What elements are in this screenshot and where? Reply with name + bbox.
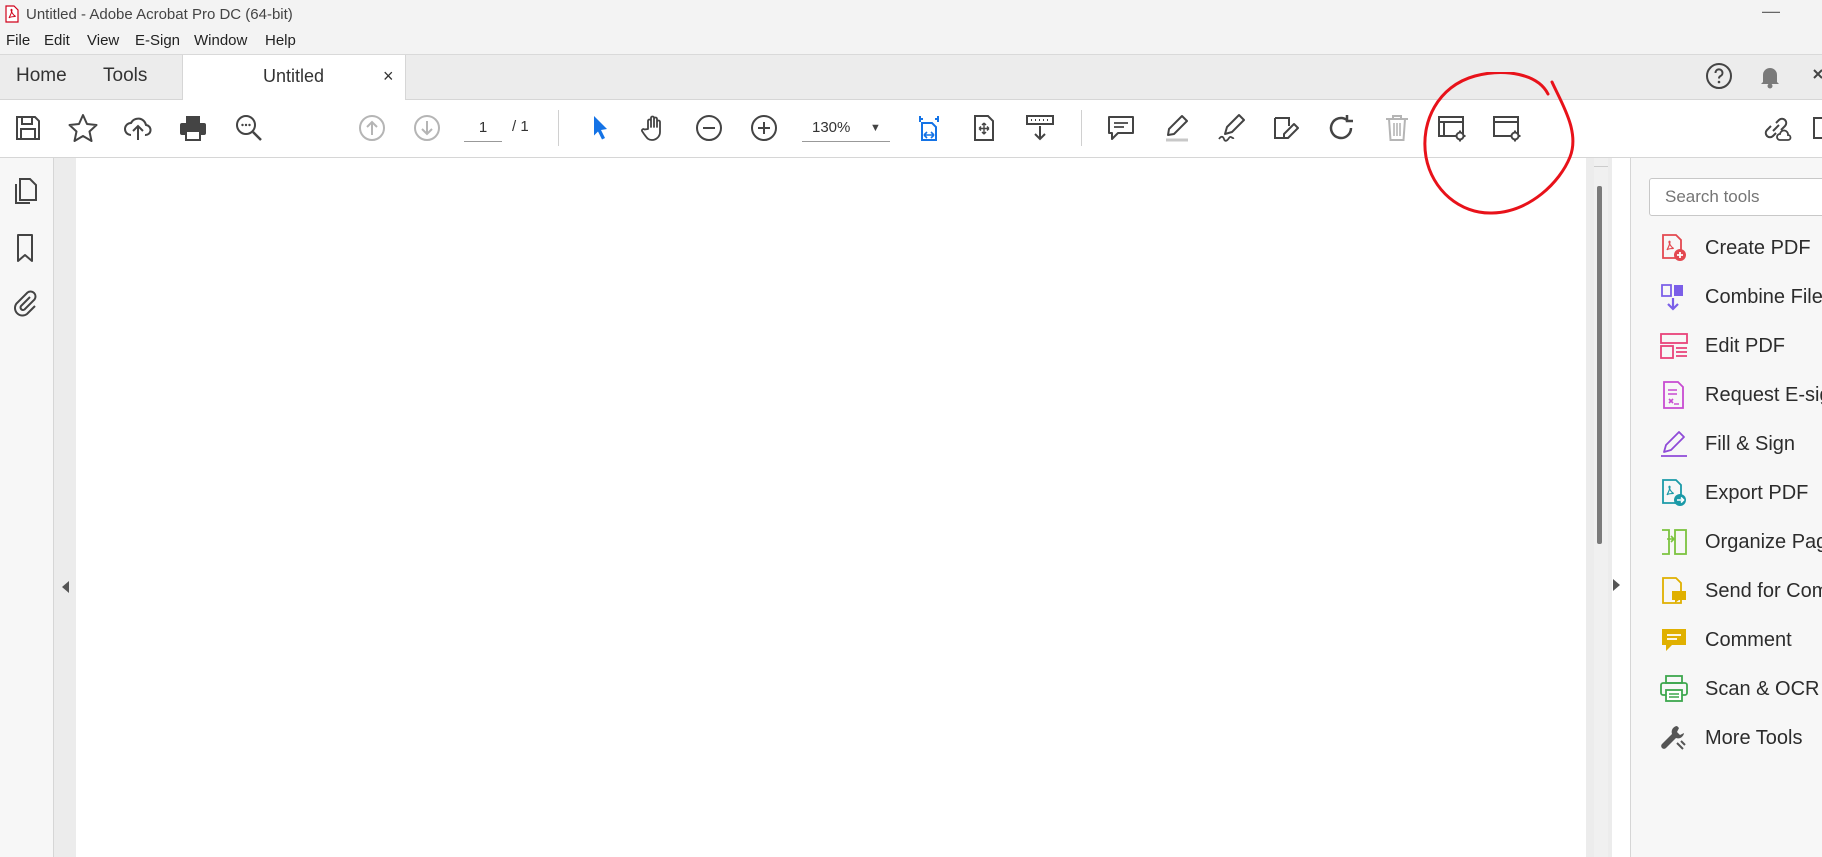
window-title: Untitled - Adobe Acrobat Pro DC (64-bit) xyxy=(26,6,293,23)
delete-trash-icon[interactable] xyxy=(1381,112,1413,144)
menu-edit[interactable]: Edit xyxy=(44,32,70,49)
edit-pdf-icon xyxy=(1659,331,1689,361)
tool-label: Create PDF xyxy=(1705,237,1811,259)
tool-label: More Tools xyxy=(1705,727,1803,749)
combine-files-icon xyxy=(1659,282,1689,312)
tool-label: Comment xyxy=(1705,629,1792,651)
chevron-down-icon: ▼ xyxy=(870,122,881,134)
tool-edit-pdf[interactable]: Edit PDF xyxy=(1659,328,1822,364)
menu-esign[interactable]: E-Sign xyxy=(135,32,180,49)
minimize-button[interactable]: — xyxy=(1762,1,1780,22)
pen-sign-icon[interactable] xyxy=(1215,112,1247,144)
menu-help[interactable]: Help xyxy=(265,32,296,49)
acrobat-app-icon xyxy=(4,5,20,28)
document-viewport[interactable] xyxy=(54,158,1612,857)
scrollbar-cap xyxy=(1594,158,1608,167)
search-zoom-icon[interactable] xyxy=(233,112,265,144)
star-bookmark-icon[interactable] xyxy=(67,112,99,144)
page-thumbnails-icon[interactable] xyxy=(11,176,39,213)
attachments-icon[interactable] xyxy=(11,288,39,325)
tool-create-pdf[interactable]: Create PDF xyxy=(1659,230,1822,266)
next-page-icon[interactable] xyxy=(411,112,443,144)
collapse-right-panel-icon[interactable] xyxy=(1612,578,1622,595)
menu-bar: File Edit View E-Sign Window Help xyxy=(0,28,1822,55)
export-pdf-icon xyxy=(1659,478,1689,508)
organize-pages-icon xyxy=(1659,527,1689,557)
menu-window[interactable]: Window xyxy=(194,32,247,49)
zoom-in-icon[interactable] xyxy=(748,112,780,144)
vertical-scrollbar[interactable] xyxy=(1594,158,1608,857)
highlight-tool-icon[interactable] xyxy=(1160,112,1192,144)
menu-file[interactable]: File xyxy=(6,32,30,49)
tab-tools[interactable]: Tools xyxy=(103,65,147,87)
tab-document-label: Untitled xyxy=(263,66,325,86)
edit-text-icon[interactable] xyxy=(1270,112,1302,144)
tool-label: Export PDF xyxy=(1705,482,1809,504)
scrolling-mode-icon[interactable] xyxy=(1024,112,1056,144)
menu-view[interactable]: View xyxy=(87,32,119,49)
hand-tool-icon[interactable] xyxy=(639,112,671,144)
tool-comment[interactable]: Comment xyxy=(1659,622,1822,658)
zoom-level-value: 130% xyxy=(812,119,851,136)
fit-page-width-icon[interactable] xyxy=(913,112,945,144)
tab-document[interactable]: Untitled × xyxy=(182,55,406,100)
notification-bell-icon[interactable] xyxy=(1756,62,1784,95)
tool-fill-sign[interactable]: Fill & Sign xyxy=(1659,426,1822,462)
left-navigation-rail xyxy=(0,158,54,857)
create-pdf-icon xyxy=(1659,233,1689,263)
zoom-level-select[interactable]: 130% ▼ xyxy=(802,115,890,142)
fill-sign-icon xyxy=(1659,429,1689,459)
tab-home[interactable]: Home xyxy=(16,65,67,87)
comment-icon xyxy=(1659,625,1689,655)
search-tools-input[interactable] xyxy=(1649,178,1822,216)
page-count: / 1 xyxy=(512,118,529,135)
bookmarks-icon[interactable] xyxy=(11,232,39,269)
scan-ocr-icon xyxy=(1659,674,1689,704)
tool-label: Edit PDF xyxy=(1705,335,1786,357)
tool-send-comments[interactable]: Send for Comments xyxy=(1659,573,1822,609)
tool-organize-pages[interactable]: Organize Pages xyxy=(1659,524,1822,560)
zoom-out-icon[interactable] xyxy=(693,112,725,144)
rotate-icon[interactable] xyxy=(1325,112,1357,144)
print-icon[interactable] xyxy=(177,112,209,144)
previous-page-icon[interactable] xyxy=(356,112,388,144)
red-annotation-circle xyxy=(1423,72,1575,215)
tool-label: Request E-signatures xyxy=(1705,384,1822,406)
title-bar: Untitled - Adobe Acrobat Pro DC (64-bit)… xyxy=(0,0,1822,28)
more-options-icon[interactable] xyxy=(1812,112,1822,144)
collapse-left-panel-icon[interactable] xyxy=(60,580,70,597)
tool-combine-files[interactable]: Combine Files xyxy=(1659,279,1822,315)
tool-export-pdf[interactable]: Export PDF xyxy=(1659,475,1822,511)
tab-close-button[interactable]: × xyxy=(383,66,394,87)
scrollbar-thumb[interactable] xyxy=(1597,186,1602,544)
close-panel-icon[interactable] xyxy=(1812,64,1822,93)
page-number-input[interactable]: 1 xyxy=(464,115,502,142)
send-comments-icon xyxy=(1659,576,1689,606)
tool-label: Fill & Sign xyxy=(1705,433,1796,455)
tool-more-tools[interactable]: More Tools xyxy=(1659,720,1822,756)
request-esign-icon xyxy=(1659,380,1689,410)
toolbar-divider xyxy=(1081,110,1082,146)
comment-tool-icon[interactable] xyxy=(1105,112,1137,144)
tool-label: Organize Pages xyxy=(1705,531,1822,553)
tool-request-esign[interactable]: Request E-signatures xyxy=(1659,377,1822,413)
save-icon[interactable] xyxy=(12,112,44,144)
tool-label: Send for Comments xyxy=(1705,580,1822,602)
tools-panel: Create PDF Combine Files Edit PDF Reques… xyxy=(1630,158,1822,857)
tool-label: Combine Files xyxy=(1705,286,1822,308)
pdf-page[interactable] xyxy=(76,158,1586,857)
more-tools-icon xyxy=(1659,723,1689,753)
tool-scan-ocr[interactable]: Scan & OCR xyxy=(1659,671,1822,707)
share-link-icon[interactable] xyxy=(1760,112,1792,144)
help-icon[interactable] xyxy=(1705,62,1733,95)
tool-label: Scan & OCR xyxy=(1705,678,1820,700)
full-screen-icon[interactable] xyxy=(968,112,1000,144)
toolbar-divider xyxy=(558,110,559,146)
select-cursor-icon[interactable] xyxy=(584,112,616,144)
cloud-upload-icon[interactable] xyxy=(122,112,154,144)
